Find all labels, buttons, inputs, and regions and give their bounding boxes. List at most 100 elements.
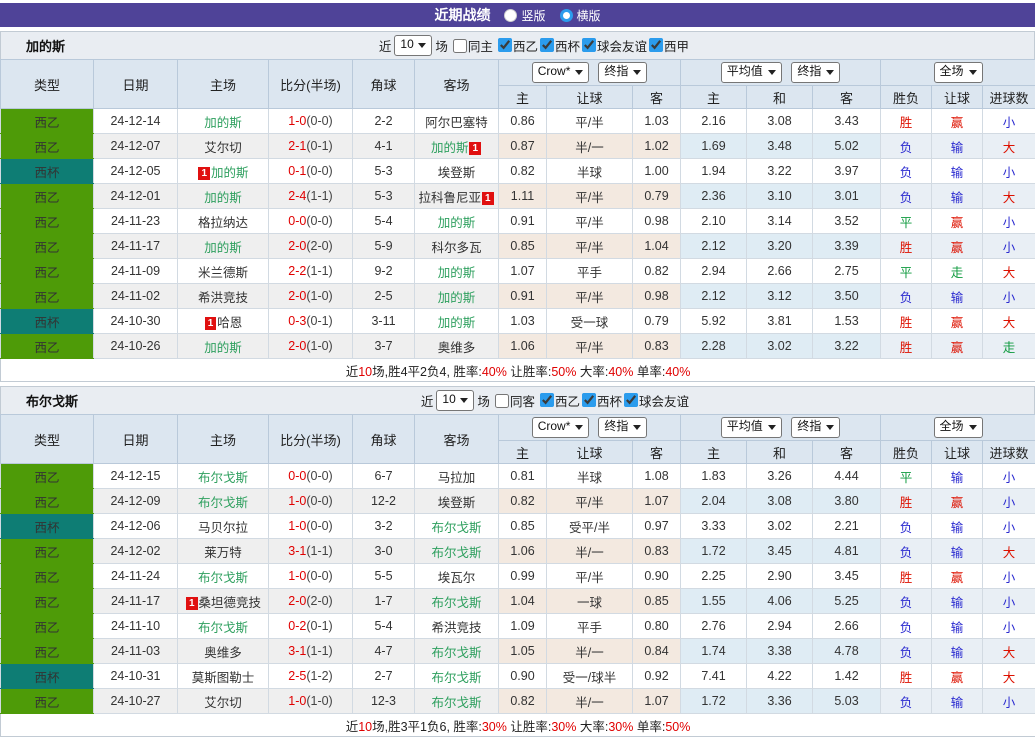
- filters-bar: 近 10 场 同主 西乙西杯球会友谊西甲: [379, 35, 689, 56]
- away-team-cell: 布尔戈斯: [415, 689, 499, 714]
- corners-cell: 12-3: [353, 689, 415, 714]
- league-filter[interactable]: 西乙: [496, 36, 538, 55]
- avg-home-odds: 1.69: [681, 134, 747, 159]
- league-filter[interactable]: 西乙: [538, 391, 580, 410]
- halftime-score: (0-1): [306, 139, 332, 153]
- subcol-avg-draw: 和: [747, 86, 813, 109]
- fulltime-select[interactable]: 全场: [935, 63, 982, 80]
- odds-stage-select-wrap: 终指: [598, 417, 647, 438]
- result-handicap: 输: [932, 284, 983, 309]
- match-count-select[interactable]: 10: [395, 36, 431, 53]
- layout-radio-horizontal[interactable]: 横版: [560, 7, 601, 24]
- halftime-score: (1-0): [306, 289, 332, 303]
- home-odds: 0.82: [499, 689, 547, 714]
- odds-group-bookmaker: Crow* 终指: [499, 415, 681, 441]
- away-odds: 0.92: [633, 664, 681, 689]
- same-venue-filter[interactable]: 同客: [493, 391, 535, 410]
- avg-home-odds: 2.25: [681, 564, 747, 589]
- home-odds: 0.91: [499, 284, 547, 309]
- average-select[interactable]: 平均值: [722, 63, 781, 80]
- fulltime-score: 1-0: [288, 694, 306, 708]
- odds-stage-select-wrap: 终指: [598, 62, 647, 83]
- league-filter-checkbox[interactable]: [540, 393, 554, 407]
- match-date: 24-11-23: [94, 209, 178, 234]
- avg-draw-odds: 3.12: [747, 284, 813, 309]
- league-type-cell: 西杯: [1, 664, 94, 689]
- odds-group-average: 平均值 终指: [681, 60, 881, 86]
- result-goals: 大: [983, 539, 1035, 564]
- fulltime-score: 1-0: [288, 494, 306, 508]
- subcol-result: 胜负: [881, 86, 932, 109]
- avg-draw-odds: 3.14: [747, 209, 813, 234]
- rank-badge: 1: [198, 167, 210, 180]
- same-venue-checkbox[interactable]: [495, 394, 509, 408]
- average-stage-select[interactable]: 终指: [792, 418, 839, 435]
- match-count-select[interactable]: 10: [437, 391, 473, 408]
- bookmaker-select[interactable]: Crow*: [533, 63, 588, 80]
- home-odds: 1.06: [499, 539, 547, 564]
- team-name-text: 拉科鲁尼亚: [418, 191, 481, 205]
- vertical-layout-radio[interactable]: [504, 9, 517, 22]
- league-filter-checkbox[interactable]: [582, 38, 596, 52]
- handicap-line: 平手: [547, 259, 633, 284]
- same-venue-checkbox[interactable]: [453, 39, 467, 53]
- home-team-cell: 莫斯图勒士: [178, 664, 269, 689]
- result-winloss: 胜: [881, 664, 932, 689]
- layout-radio-vertical[interactable]: 竖版: [504, 7, 545, 24]
- league-filter-checkbox[interactable]: [540, 38, 554, 52]
- score-cell: 0-1(0-0): [269, 159, 353, 184]
- home-odds: 0.86: [499, 109, 547, 134]
- subcol-odds-away: 客: [633, 441, 681, 464]
- summary-text: 近: [346, 720, 359, 734]
- horizontal-layout-radio[interactable]: [560, 9, 573, 22]
- league-filter-checkbox[interactable]: [624, 393, 638, 407]
- subcol-handicap: 让球: [547, 441, 633, 464]
- team-name-text: 加的斯: [438, 316, 476, 330]
- near-label: 近: [421, 391, 434, 410]
- halftime-score: (1-1): [306, 264, 332, 278]
- subcol-avg-away: 客: [813, 86, 881, 109]
- match-row: 西杯 24-10-30 1哈恩 0-3(0-1) 3-11 加的斯 1.03 受…: [1, 309, 1035, 334]
- league-type-cell: 西乙: [1, 614, 94, 639]
- col-corner: 角球: [353, 415, 415, 464]
- fulltime-select[interactable]: 全场: [935, 418, 982, 435]
- result-winloss: 负: [881, 539, 932, 564]
- league-filter-checkbox[interactable]: [582, 393, 596, 407]
- bookmaker-select[interactable]: Crow*: [533, 418, 588, 435]
- league-filter-checkbox[interactable]: [498, 38, 512, 52]
- match-row: 西乙 24-11-03 奥维多 3-1(1-1) 4-7 布尔戈斯 1.05 半…: [1, 639, 1035, 664]
- summary-text: 让胜率:: [507, 365, 551, 379]
- home-odds: 1.11: [499, 184, 547, 209]
- average-stage-select[interactable]: 终指: [792, 63, 839, 80]
- fulltime-select-wrap: 全场: [934, 62, 983, 83]
- result-handicap: 赢: [932, 664, 983, 689]
- fulltime-score: 2-5: [288, 669, 306, 683]
- league-filter[interactable]: 球会友谊: [580, 36, 647, 55]
- odds-stage-select[interactable]: 终指: [599, 63, 646, 80]
- score-cell: 0-0(0-0): [269, 209, 353, 234]
- fulltime-score: 2-1: [288, 139, 306, 153]
- summary-text: 40%: [665, 365, 690, 379]
- home-team-cell: 1加的斯: [178, 159, 269, 184]
- away-team-cell: 拉科鲁尼亚1: [415, 184, 499, 209]
- match-date: 24-10-27: [94, 689, 178, 714]
- avg-home-odds: 1.94: [681, 159, 747, 184]
- average-select[interactable]: 平均值: [722, 418, 781, 435]
- same-venue-filter[interactable]: 同主: [451, 36, 493, 55]
- odds-stage-select[interactable]: 终指: [599, 418, 646, 435]
- league-filter-checkbox[interactable]: [649, 38, 663, 52]
- league-filter[interactable]: 球会友谊: [622, 391, 689, 410]
- avg-draw-odds: 3.81: [747, 309, 813, 334]
- home-odds: 0.87: [499, 134, 547, 159]
- average-select-wrap: 平均值: [721, 417, 782, 438]
- handicap-line: 半/一: [547, 134, 633, 159]
- league-filter[interactable]: 西杯: [580, 391, 622, 410]
- league-filter[interactable]: 西甲: [647, 36, 689, 55]
- result-winloss: 胜: [881, 564, 932, 589]
- result-handicap: 输: [932, 589, 983, 614]
- section-header: 布尔戈斯 近 10 场 同客 西乙西杯球会友谊: [0, 386, 1035, 414]
- away-odds: 0.79: [633, 309, 681, 334]
- result-goals: 大: [983, 259, 1035, 284]
- match-date: 24-12-05: [94, 159, 178, 184]
- league-filter[interactable]: 西杯: [538, 36, 580, 55]
